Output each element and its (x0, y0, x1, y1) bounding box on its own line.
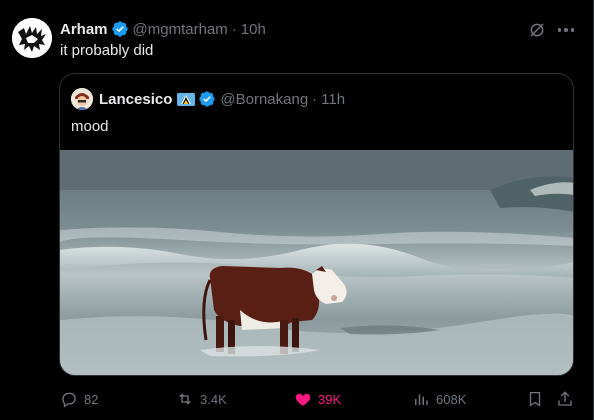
repost-count: 3.4K (200, 391, 227, 407)
like-count: 39K (318, 391, 342, 407)
reply-icon (62, 392, 76, 408)
quoted-avatar-image (71, 88, 93, 110)
quoted-separator-dot: · (312, 90, 318, 108)
tweet-time[interactable]: 10h (241, 21, 266, 38)
author-name[interactable]: Arham (60, 21, 108, 38)
quoted-author-avatar[interactable] (71, 88, 93, 110)
separator-dot: · (231, 20, 237, 38)
reply-count: 82 (84, 391, 99, 407)
bookmark-button[interactable] (526, 388, 544, 410)
reply-button[interactable]: 82 (60, 388, 98, 410)
cow-on-beach-photo (60, 150, 573, 375)
more-icon[interactable] (556, 21, 576, 39)
like-icon (295, 393, 311, 406)
quoted-tweet[interactable]: Lancesico @Bornakang · 11h mood (59, 73, 574, 376)
verified-badge-icon (111, 20, 129, 38)
repost-button[interactable]: 3.4K (176, 388, 227, 410)
avatar-logo (12, 18, 52, 58)
tweet-header: Arham @mgmtarham · 10h (60, 19, 266, 39)
views-icon (415, 394, 428, 405)
share-button[interactable] (556, 388, 574, 410)
author-avatar[interactable] (12, 18, 52, 58)
repost-icon (179, 393, 191, 405)
flag-icon (177, 92, 196, 106)
share-icon (558, 391, 572, 406)
action-bar: 82 3.4K 39K 608K (60, 388, 576, 410)
grok-icon[interactable] (528, 21, 546, 39)
like-button[interactable]: 39K (294, 388, 341, 410)
quoted-media-photo[interactable] (60, 150, 573, 375)
quoted-author-handle[interactable]: @Bornakang (220, 91, 308, 108)
quoted-verified-badge-icon (198, 90, 216, 108)
quoted-header: Lancesico @Bornakang · 11h (99, 90, 345, 108)
quoted-author-name[interactable]: Lancesico (99, 91, 172, 108)
quoted-time[interactable]: 11h (321, 91, 345, 108)
author-handle[interactable]: @mgmtarham (133, 21, 228, 38)
bookmark-icon (529, 391, 541, 407)
tweet-text: it probably did (60, 42, 154, 59)
quoted-text: mood (71, 118, 109, 135)
views-button[interactable]: 608K (412, 388, 466, 410)
views-count: 608K (436, 391, 467, 407)
